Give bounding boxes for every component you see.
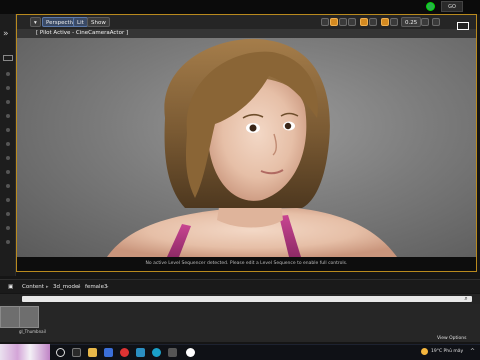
- outliner-dot[interactable]: [6, 156, 10, 160]
- view-options-button[interactable]: View Options: [437, 336, 466, 342]
- weather-icon: [421, 348, 428, 355]
- camera-speed-icon[interactable]: [421, 18, 429, 26]
- photoshop-icon[interactable]: [136, 348, 145, 357]
- outliner-dot[interactable]: [6, 72, 10, 76]
- rotate-tool-icon[interactable]: [330, 18, 338, 26]
- app-icon[interactable]: [168, 348, 177, 357]
- weather-text[interactable]: 19°C Phủ mây: [431, 349, 463, 355]
- outliner-dot[interactable]: [6, 184, 10, 188]
- asset-label: gl_Thumbnail: [19, 329, 46, 334]
- outliner-dot[interactable]: [6, 240, 10, 244]
- grid-size-icon[interactable]: [369, 18, 377, 26]
- viewport-options-button[interactable]: ▾: [30, 17, 41, 27]
- editor-window: GO » [Pilot Active - CineCameraActor] …: [0, 0, 480, 360]
- asset-thumbnail[interactable]: [19, 306, 39, 328]
- world-local-icon[interactable]: [348, 18, 356, 26]
- iris-left: [249, 124, 257, 132]
- translate-tool-icon[interactable]: [321, 18, 329, 26]
- sequencer-warning-text: No active Level Sequencer detected. Plea…: [17, 257, 476, 271]
- show-button[interactable]: Show: [87, 17, 110, 27]
- grid-snap-icon[interactable]: [360, 18, 368, 26]
- maximize-viewport-icon[interactable]: [432, 18, 440, 26]
- outliner-dot[interactable]: [6, 198, 10, 202]
- character-render: [107, 38, 397, 257]
- asset-grid: [0, 304, 480, 342]
- breadcrumb-separator-icon: ▸: [78, 284, 81, 290]
- viewport-toolbar: ▾ Perspective Lit Show 0.25: [17, 15, 476, 29]
- outliner-dot[interactable]: [6, 226, 10, 230]
- breadcrumb-3d-model[interactable]: 3d_model: [53, 283, 80, 291]
- unreal-engine-icon[interactable]: [186, 348, 195, 357]
- search-icon[interactable]: [56, 348, 65, 357]
- source-control-status-icon[interactable]: [426, 2, 435, 11]
- outliner-dot[interactable]: [6, 128, 10, 132]
- pilot-status-text[interactable]: [ Pilot Active - CineCameraActor ]: [36, 30, 128, 37]
- expand-panel-icon[interactable]: »: [3, 30, 9, 39]
- file-explorer-icon[interactable]: [88, 348, 97, 357]
- outliner-dot[interactable]: [6, 114, 10, 118]
- title-bar: [0, 0, 480, 14]
- scale-tool-icon[interactable]: [339, 18, 347, 26]
- panel-tab-icon[interactable]: [3, 55, 13, 61]
- app-icon[interactable]: [104, 348, 113, 357]
- folder-icon[interactable]: ▣: [8, 283, 13, 291]
- scale-snap-value[interactable]: 0.25: [401, 17, 422, 27]
- edge-icon[interactable]: [152, 348, 161, 357]
- chrome-icon[interactable]: [120, 348, 129, 357]
- left-panel: »: [0, 14, 16, 276]
- lit-button[interactable]: Lit: [73, 17, 88, 27]
- asset-thumbnail[interactable]: [0, 306, 20, 328]
- breadcrumb-female3[interactable]: female3: [85, 283, 107, 291]
- task-view-icon[interactable]: [72, 348, 81, 357]
- outliner-dot[interactable]: [6, 100, 10, 104]
- content-browser-path-bar: ▣ Content ▸ 3d_model ▸ female3 ▸: [0, 279, 480, 293]
- angle-snap-icon[interactable]: [381, 18, 389, 26]
- viewport-scene[interactable]: [17, 38, 476, 257]
- breadcrumb-separator-icon: ▸: [106, 284, 109, 290]
- outliner-dot[interactable]: [6, 142, 10, 146]
- outliner-dot[interactable]: [6, 212, 10, 216]
- viewport-layout-icon[interactable]: [457, 22, 469, 30]
- desktop-wallpaper-strip: [0, 344, 50, 360]
- outliner-dot[interactable]: [6, 86, 10, 90]
- breadcrumb-separator-icon: ▸: [46, 284, 49, 290]
- tray-chevron-icon[interactable]: ^: [470, 348, 475, 356]
- breadcrumb-content[interactable]: Content: [22, 283, 44, 291]
- outliner-dot[interactable]: [6, 170, 10, 174]
- search-icon[interactable]: ⌕: [461, 294, 471, 304]
- iris-right: [284, 122, 292, 130]
- top-action-button[interactable]: GO: [441, 1, 463, 12]
- asset-search-input[interactable]: [22, 296, 472, 302]
- angle-size-icon[interactable]: [390, 18, 398, 26]
